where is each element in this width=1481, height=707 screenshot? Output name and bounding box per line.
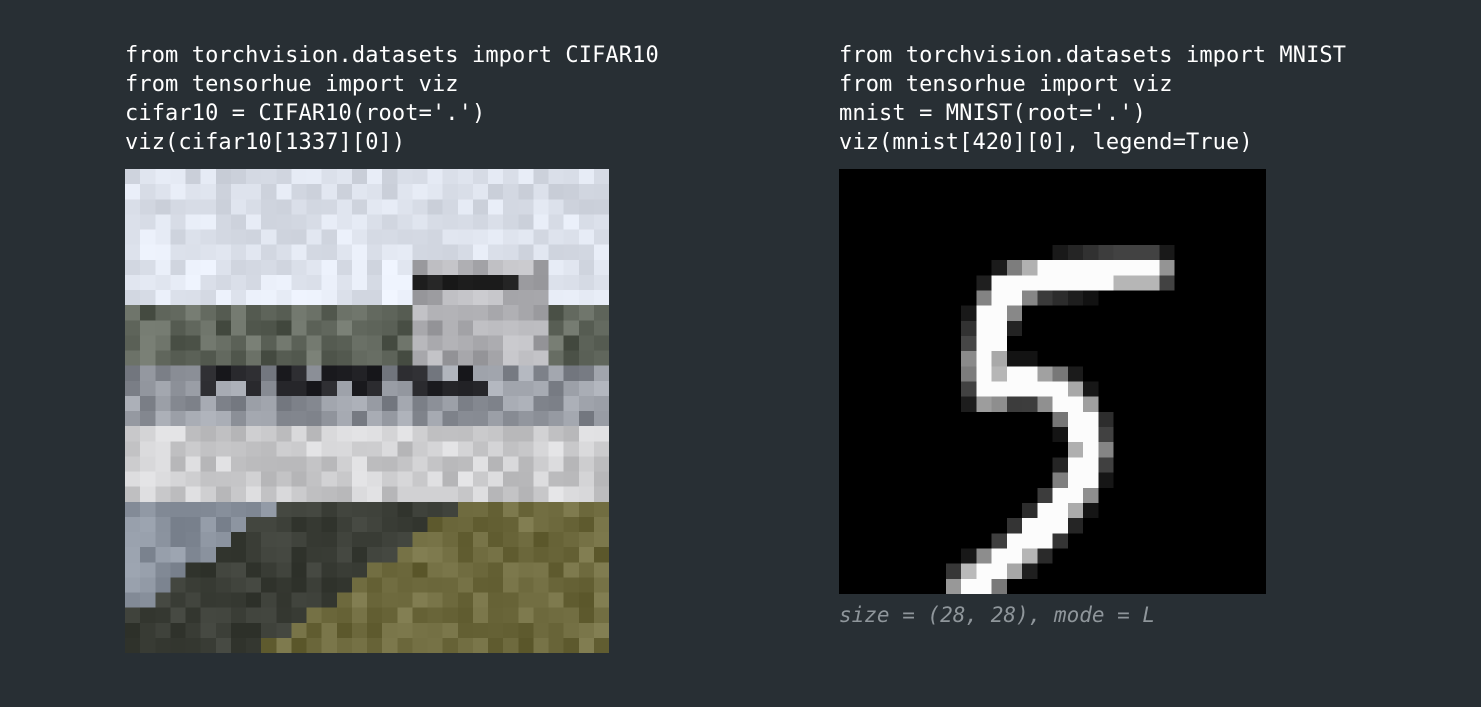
image-legend: size = (28, 28), mode = L xyxy=(839,603,1156,627)
code-line: viz(cifar10[1337][0]) xyxy=(125,130,406,155)
cifar-boat-image xyxy=(125,169,609,653)
code-line: viz(mnist[420][0], legend=True) xyxy=(839,130,1253,155)
mnist-digit-image xyxy=(839,169,1266,594)
cifar-code-block: from torchvision.datasets import CIFAR10… xyxy=(125,41,659,157)
mnist-panel: from torchvision.datasets import MNIST fr… xyxy=(839,41,1346,629)
mnist-code-block: from torchvision.datasets import MNIST fr… xyxy=(839,41,1346,157)
code-line: from tensorhue import viz xyxy=(839,72,1173,97)
cifar-panel: from torchvision.datasets import CIFAR10… xyxy=(125,41,659,653)
code-line: from tensorhue import viz xyxy=(125,72,459,97)
code-line: from torchvision.datasets import CIFAR10 xyxy=(125,43,659,68)
code-line: from torchvision.datasets import MNIST xyxy=(839,43,1347,68)
code-line: mnist = MNIST(root='.') xyxy=(839,101,1146,126)
code-line: cifar10 = CIFAR10(root='.') xyxy=(125,101,486,126)
